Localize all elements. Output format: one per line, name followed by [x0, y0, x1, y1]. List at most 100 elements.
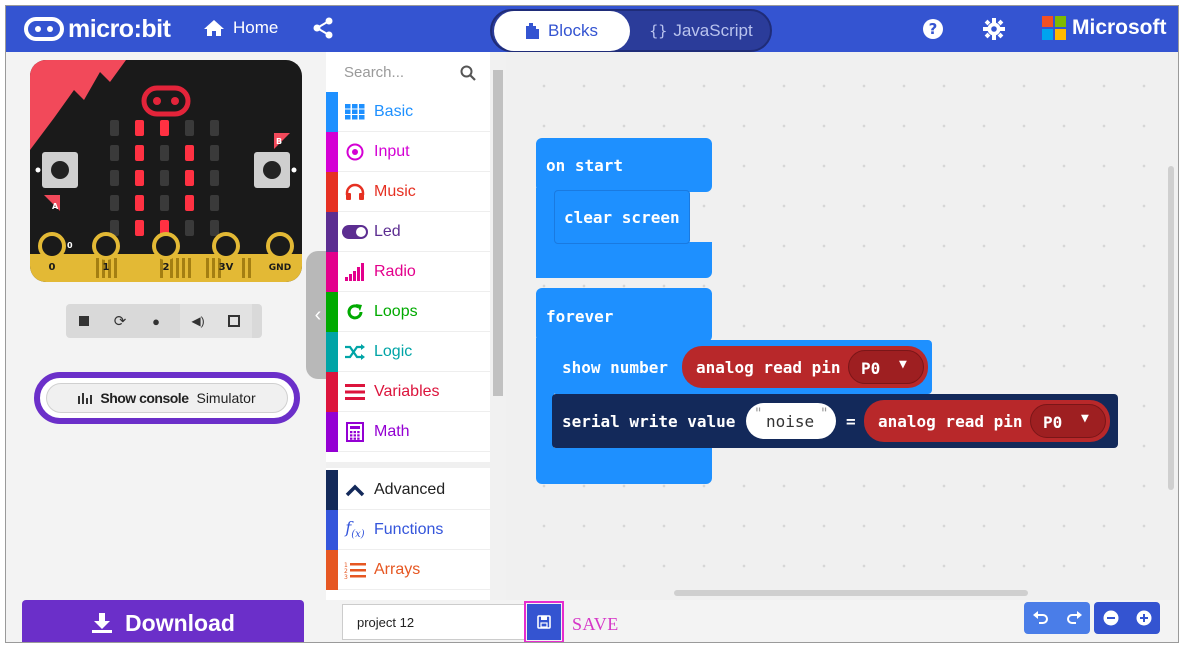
simulator-label: Simulator — [196, 390, 256, 406]
save-icon — [537, 615, 551, 629]
app-window: micro:bit Home Blocks {} JavaScript ? Mi… — [5, 5, 1179, 643]
led-on — [135, 170, 144, 186]
clear-screen-block[interactable]: clear screen — [554, 190, 690, 244]
pin-0[interactable] — [38, 232, 66, 260]
toolbox-category-led[interactable]: Led — [326, 211, 490, 252]
stop-button[interactable] — [66, 304, 102, 338]
category-label: Input — [374, 142, 410, 160]
redo-button[interactable] — [1057, 602, 1090, 634]
simulator-panel: A B 0 0 1 2 3V GND ⟳ ● ◀) Show console S… — [6, 52, 326, 600]
fullscreen-button[interactable] — [216, 304, 252, 338]
led-matrix — [110, 120, 219, 236]
refresh-icon — [338, 303, 372, 321]
arrays-icon: 123 — [338, 561, 372, 579]
simulator-controls: ⟳ ● ◀) — [66, 304, 262, 338]
pin-dropdown-2-label: P0 — [1043, 413, 1063, 432]
microsoft-logo[interactable]: Microsoft — [1042, 16, 1167, 40]
settings-button[interactable] — [983, 18, 1005, 45]
microbit-board[interactable]: A B 0 0 1 2 3V GND — [30, 60, 302, 282]
pin-4[interactable] — [266, 232, 294, 260]
pin-label: 0 — [49, 262, 56, 273]
led-off — [160, 170, 169, 186]
blocks-workspace[interactable]: on start clear screen forever show numbe… — [506, 52, 1178, 600]
tab-javascript-label: JavaScript — [673, 21, 753, 40]
analog-read-block-1[interactable]: analog read pin P0 ▼ — [682, 346, 928, 388]
pin-dropdown-1[interactable]: P0 ▼ — [848, 350, 924, 384]
restart-button[interactable]: ⟳ — [102, 304, 138, 338]
zoom-out-button[interactable] — [1094, 602, 1127, 634]
on-start-label: on start — [546, 156, 624, 175]
help-button[interactable]: ? — [922, 18, 944, 45]
grid-icon — [338, 103, 372, 120]
category-label: Music — [374, 182, 416, 200]
equals-label: = — [846, 412, 856, 431]
calculator-icon — [338, 421, 372, 442]
forever-block[interactable]: forever — [536, 288, 712, 342]
debug-icon: ● — [152, 313, 160, 329]
show-console-button[interactable]: Show console Simulator — [46, 383, 288, 413]
bottom-bar: Download project 12 SAVE — [6, 600, 1178, 642]
category-color-bar — [326, 331, 338, 372]
serial-write-label: serial write value — [562, 412, 736, 431]
toolbox-category-math[interactable]: Math — [326, 411, 490, 452]
microbit-logo[interactable]: micro:bit — [24, 15, 171, 43]
category-label: Loops — [374, 302, 418, 320]
pin-2[interactable] — [152, 232, 180, 260]
workspace-vertical-scrollbar[interactable] — [1168, 166, 1174, 490]
share-button[interactable] — [312, 17, 334, 44]
pin-dropdown-2[interactable]: P0 ▼ — [1030, 404, 1106, 438]
toolbox-category-variables[interactable]: Variables — [326, 371, 490, 412]
save-button[interactable] — [527, 604, 561, 640]
toolbox-category-loops[interactable]: Loops — [326, 291, 490, 332]
help-icon: ? — [923, 19, 943, 39]
chevron-left-icon: ‹ — [314, 303, 322, 326]
category-color-bar — [326, 469, 338, 510]
led-on — [135, 120, 144, 136]
toolbox-category-logic[interactable]: Logic — [326, 331, 490, 372]
zoom-in-button[interactable] — [1127, 602, 1160, 634]
undo-button[interactable] — [1024, 602, 1057, 634]
category-label: Functions — [374, 520, 444, 538]
search-icon[interactable] — [460, 65, 476, 81]
led-off — [210, 220, 219, 236]
home-button[interactable]: Home — [203, 18, 278, 38]
show-console-label: Show console — [100, 390, 189, 406]
category-label: Variables — [374, 382, 440, 400]
category-color-bar — [326, 549, 338, 590]
analog-read-block-2[interactable]: analog read pin P0 ▼ — [864, 400, 1110, 442]
led-off — [110, 170, 119, 186]
category-color-bar — [326, 171, 338, 212]
show-number-block[interactable]: show number analog read pin P0 ▼ — [552, 340, 932, 394]
led-on — [135, 195, 144, 211]
serial-name-field[interactable]: " noise " — [746, 403, 836, 439]
toolbox-category-basic[interactable]: Basic — [326, 91, 490, 132]
pin-1[interactable] — [92, 232, 120, 260]
toolbox-category-music[interactable]: Music — [326, 171, 490, 212]
pin-3[interactable] — [212, 232, 240, 260]
toolbox-category-input[interactable]: Input — [326, 131, 490, 172]
toolbox-category-arrays[interactable]: 1 2 3 Arrays — [326, 549, 490, 590]
led-off — [210, 195, 219, 211]
puzzle-icon — [525, 23, 539, 39]
category-label: Arrays — [374, 560, 421, 578]
on-start-block[interactable]: on start — [536, 138, 712, 192]
settings-icon — [983, 18, 1005, 40]
dropdown-caret-icon: ▼ — [899, 357, 907, 372]
toolbox-category-functions[interactable]: f(x) Functions — [326, 509, 490, 550]
project-name-input[interactable]: project 12 — [342, 604, 526, 640]
led-off — [210, 120, 219, 136]
toolbox-scroll-thumb[interactable] — [493, 70, 503, 396]
toolbox: Search... Basic Input Music Led Radio Loops Lo… — [326, 52, 506, 600]
tab-javascript[interactable]: {} JavaScript — [636, 11, 766, 51]
tab-blocks[interactable]: Blocks — [494, 11, 630, 51]
toolbox-category-radio[interactable]: Radio — [326, 251, 490, 292]
download-button[interactable]: Download — [22, 600, 304, 642]
mute-button[interactable]: ◀) — [180, 304, 216, 338]
debug-button[interactable]: ● — [138, 304, 174, 338]
forever-footer — [536, 448, 712, 484]
function-icon: f(x) — [345, 518, 365, 541]
zoom-in-icon — [1136, 610, 1151, 626]
toolbox-category-advanced[interactable]: Advanced — [326, 469, 490, 510]
serial-write-block[interactable]: serial write value " noise " = analog re… — [552, 394, 1118, 448]
workspace-horizontal-scrollbar[interactable] — [674, 590, 1028, 596]
